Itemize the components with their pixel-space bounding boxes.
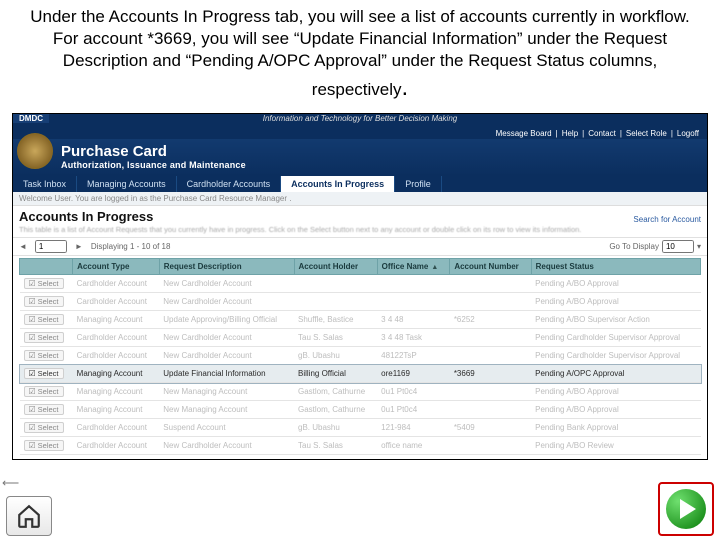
table-row[interactable]: SelectManaging AccountUpdate Approving/B… [20,311,701,329]
app-window: DMDC Information and Technology for Bett… [12,113,708,460]
next-button[interactable] [658,482,714,536]
col-request-description[interactable]: Request Description [159,259,294,275]
table-row[interactable]: SelectManaging AccountNew Managing Accou… [20,401,701,419]
tab-managing-accounts[interactable]: Managing Accounts [77,176,177,192]
util-link-contact[interactable]: Contact [588,129,616,138]
page-instructions: This table is a list of Account Requests… [13,224,707,237]
col-account-number[interactable]: Account Number [450,259,531,275]
table-row[interactable]: SelectCardholder AccountSuspend Accountg… [20,419,701,437]
search-account-link[interactable]: Search for Account [633,215,701,224]
select-button[interactable]: Select [24,278,64,289]
tab-task-inbox[interactable]: Task Inbox [13,176,77,192]
util-link-logoff[interactable]: Logoff [677,129,699,138]
util-link-message-board[interactable]: Message Board [496,129,552,138]
home-button[interactable] [6,496,52,536]
pager-prev-icon[interactable]: ◄ [19,242,27,251]
tab-accounts-in-progress[interactable]: Accounts In Progress [281,176,395,192]
tab-profile[interactable]: Profile [395,176,442,192]
app-title: Purchase Card [61,143,703,160]
dropdown-icon[interactable]: ▾ [697,242,701,251]
col-request-status[interactable]: Request Status [531,259,700,275]
home-icon [16,503,42,529]
accounts-table: Account TypeRequest DescriptionAccount H… [19,258,701,455]
select-button[interactable]: Select [24,404,64,415]
dmdc-bar: DMDC Information and Technology for Bett… [13,114,707,128]
rows-per-page-input[interactable] [662,240,694,253]
col-account-type[interactable]: Account Type [73,259,160,275]
displaying-label: Displaying 1 - 10 of 18 [91,242,601,251]
select-button[interactable]: Select [24,440,64,451]
welcome-message: Welcome User. You are logged in as the P… [13,192,707,206]
grid-toolbar: ◄ ► Displaying 1 - 10 of 18 Go To Displa… [13,237,707,256]
table-row[interactable]: SelectCardholder AccountNew Cardholder A… [20,437,701,455]
util-link-select-role[interactable]: Select Role [626,129,667,138]
dmdc-tag: DMDC [13,114,49,123]
page-title: Accounts In Progress [19,209,153,224]
slide-caption: Under the Accounts In Progress tab, you … [0,0,720,113]
select-button[interactable]: Select [24,368,64,379]
select-button[interactable]: Select [24,332,64,343]
tab-cardholder-accounts[interactable]: Cardholder Accounts [177,176,282,192]
util-link-help[interactable]: Help [562,129,578,138]
table-row[interactable]: SelectCardholder AccountNew Cardholder A… [20,293,701,311]
app-subtitle: Authorization, Issuance and Maintenance [61,160,703,170]
table-row[interactable]: SelectManaging AccountNew Managing Accou… [20,383,701,401]
col-select[interactable] [20,259,73,275]
select-button[interactable]: Select [24,296,64,307]
table-row[interactable]: SelectCardholder AccountNew Cardholder A… [20,275,701,293]
dmdc-slogan: Information and Technology for Better De… [263,114,457,123]
main-tabs: Task InboxManaging AccountsCardholder Ac… [13,176,707,192]
col-account-holder[interactable]: Account Holder [294,259,377,275]
seal-icon [17,133,53,169]
table-row[interactable]: SelectManaging AccountUpdate Financial I… [20,365,701,383]
select-button[interactable]: Select [24,350,64,361]
table-row[interactable]: SelectCardholder AccountNew Cardholder A… [20,347,701,365]
table-row[interactable]: SelectCardholder AccountNew Cardholder A… [20,329,701,347]
go-to-display-label: Go To Display [609,242,659,251]
select-button[interactable]: Select [24,314,64,325]
arrow-right-icon [666,489,706,529]
col-office-name[interactable]: Office Name [377,259,450,275]
select-button[interactable]: Select [24,422,64,433]
pager-next-icon[interactable]: ► [75,242,83,251]
app-banner: Purchase Card Authorization, Issuance an… [13,139,707,176]
utility-nav: Message Board|Help|Contact|Select Role|L… [13,128,707,139]
select-button[interactable]: Select [24,386,64,397]
back-arrow-icon[interactable]: ⟵ [2,476,19,490]
page-number-input[interactable] [35,240,67,253]
